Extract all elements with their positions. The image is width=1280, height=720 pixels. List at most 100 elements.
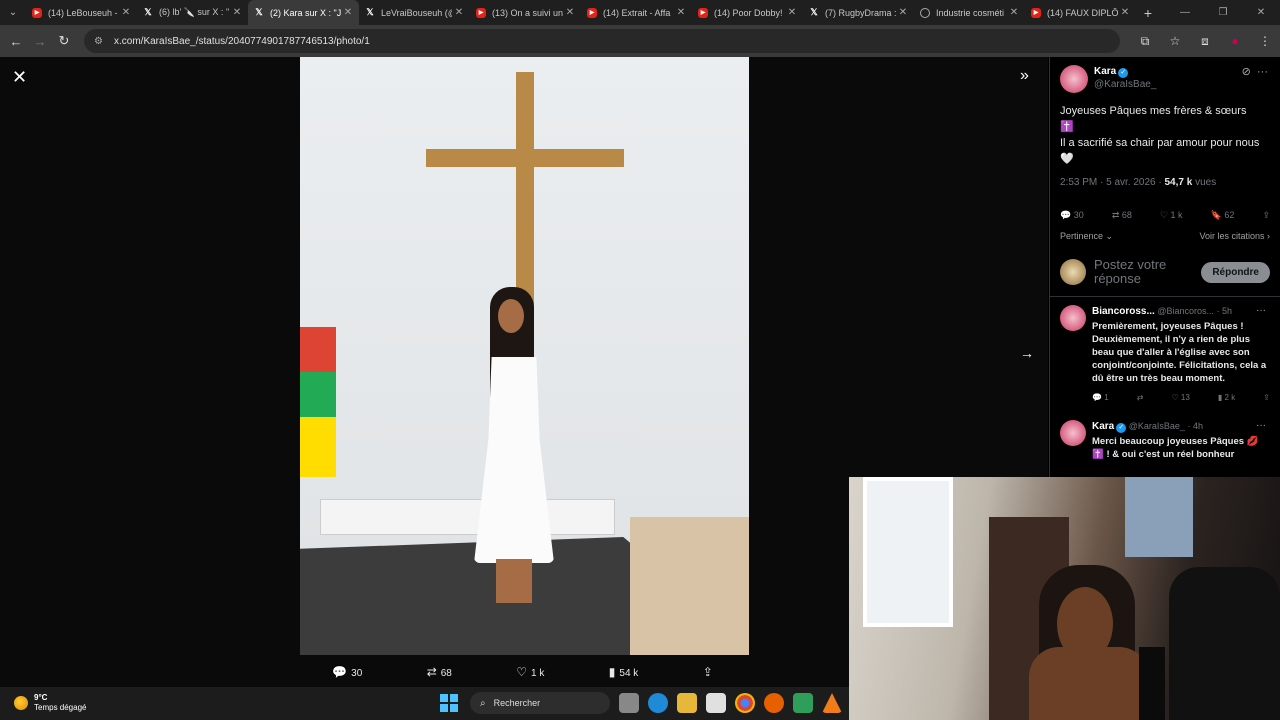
browser-tab[interactable]: Industrie cosméti ✕ — [914, 0, 1025, 25]
tab-close-icon[interactable]: ✕ — [563, 7, 577, 18]
weather-widget[interactable]: 9°C Temps dégagé — [14, 693, 86, 713]
avatar[interactable] — [1060, 305, 1086, 331]
search-label: Rechercher — [493, 698, 541, 708]
browser-tab[interactable]: ▶ (14) Poor Dobby! ✕ — [692, 0, 803, 25]
taskbar-apps: ⌕ Rechercher — [440, 692, 842, 714]
my-avatar — [1060, 259, 1086, 285]
close-icon[interactable]: ✕ — [12, 67, 27, 88]
reply-input[interactable]: Postez votre réponse — [1094, 258, 1201, 286]
reply-button[interactable]: 💬 1 — [1092, 391, 1109, 404]
more-options-icon[interactable]: ··· — [1256, 420, 1266, 431]
tab-close-icon[interactable]: ✕ — [785, 7, 799, 18]
firefox-icon[interactable] — [764, 693, 784, 713]
tab-close-icon[interactable]: ✕ — [452, 7, 466, 18]
share-icon[interactable]: ⇪ — [1262, 210, 1270, 221]
profile-avatar-icon[interactable]: ● — [1220, 34, 1250, 49]
views-action[interactable]: ▮ 54 k — [609, 665, 639, 679]
author-name[interactable]: Kara — [1094, 66, 1116, 77]
tab-close-icon[interactable]: ✕ — [1118, 7, 1132, 18]
maximize-icon[interactable]: ❐ — [1204, 7, 1242, 18]
tab-close-icon[interactable]: ✕ — [341, 7, 355, 18]
bookmark-star-icon[interactable]: ☆ — [1160, 34, 1190, 49]
file-explorer-icon[interactable] — [677, 693, 697, 713]
new-tab-button[interactable]: + — [1136, 5, 1160, 21]
views-button[interactable]: ▮ 2 k — [1218, 391, 1235, 404]
browser-tab[interactable]: ▶ (14) FAUX DIPLÔ ✕ — [1025, 0, 1136, 25]
like-button[interactable]: ♡ 1 k — [1160, 210, 1183, 221]
author-handle[interactable]: @KaraIsBae_ — [1094, 78, 1156, 91]
like-button[interactable]: ♡ 13 — [1172, 391, 1190, 404]
repost-action[interactable]: ⇄ 68 — [427, 665, 452, 679]
comment-author-name[interactable]: Kara — [1092, 421, 1114, 432]
forward-arrow-icon[interactable]: → — [28, 34, 52, 49]
window-controls: — ❐ ✕ — [1166, 0, 1280, 25]
task-view-icon[interactable] — [619, 693, 639, 713]
avatar[interactable] — [1060, 420, 1086, 446]
comment-time: · 5h — [1216, 306, 1233, 316]
reply-action[interactable]: 💬 30 — [332, 665, 362, 679]
windows-start-icon[interactable] — [440, 694, 458, 712]
like-action[interactable]: ♡ 1 k — [516, 665, 544, 679]
more-options-icon[interactable]: ··· — [1256, 305, 1266, 316]
site-info-icon[interactable]: ⚙ — [94, 36, 106, 47]
tab-close-icon[interactable]: ✕ — [1007, 7, 1021, 18]
post-text-line2: Il a sacrifié sa chair par amour pour no… — [1060, 137, 1260, 165]
browser-tab[interactable]: 𝕏 (2) Kara sur X : "J ✕ — [248, 0, 359, 25]
share-icon[interactable]: ⇪ — [1263, 391, 1270, 404]
browser-tab[interactable]: 𝕏 (7) RugbyDrama : ✕ — [803, 0, 914, 25]
bookmark-button[interactable]: 🔖 62 — [1211, 210, 1235, 221]
globe-icon — [920, 7, 930, 18]
comment-author-name[interactable]: Biancoross... — [1092, 306, 1155, 317]
reply-submit-button[interactable]: Répondre — [1201, 261, 1270, 283]
tab-title: (14) Poor Dobby! — [714, 7, 783, 18]
vlc-icon[interactable] — [822, 693, 842, 713]
chrome-icon[interactable] — [735, 693, 755, 713]
post-time[interactable]: 2:53 PM · 5 avr. 2026 · — [1060, 177, 1162, 188]
grok-icon[interactable]: ⊘ — [1242, 66, 1251, 78]
browser-tab[interactable]: ▶ (13) On a suivi un ✕ — [470, 0, 581, 25]
tab-close-icon[interactable]: ✕ — [119, 7, 133, 18]
like-count: 1 k — [1170, 210, 1183, 220]
youtube-icon: ▶ — [32, 7, 42, 18]
url-bar[interactable]: ⚙ x.com/KaraIsBae_/status/20407749017877… — [84, 29, 1120, 53]
tab-title: (6) lb' 🔪 sur X : " — [159, 7, 230, 17]
reload-icon[interactable]: ↻ — [52, 33, 76, 49]
view-quotes-link[interactable]: Voir les citations › — [1199, 231, 1270, 242]
tab-search-menu-icon[interactable]: ⌄ — [0, 0, 26, 25]
browser-menu-icon[interactable]: ⋮ — [1250, 34, 1280, 49]
browser-tab[interactable]: 𝕏 (6) lb' 🔪 sur X : " ✕ — [137, 0, 248, 25]
tab-title: (14) Extrait - Affa — [603, 7, 671, 18]
list-item[interactable]: Biancoross... @Biancoros... · 5h Premièr… — [1050, 297, 1280, 412]
browser-tab[interactable]: ▶ (14) Extrait - Affa ✕ — [581, 0, 692, 25]
search-icon: ⌕ — [480, 697, 486, 709]
next-photo-icon[interactable]: → — [1020, 345, 1034, 361]
reply-button[interactable]: 💬 30 — [1060, 210, 1084, 221]
store-icon[interactable] — [706, 693, 726, 713]
taskbar-search[interactable]: ⌕ Rechercher — [470, 692, 610, 714]
list-item[interactable]: Kara ✓ @KaraIsBae_ · 4h Merci beaucoup jo… — [1050, 412, 1280, 461]
avatar[interactable] — [1060, 65, 1088, 93]
app-green-icon[interactable] — [793, 693, 813, 713]
post-photo[interactable] — [300, 57, 749, 655]
back-arrow-icon[interactable]: ← — [4, 34, 28, 49]
extensions-icon[interactable]: ⧈ — [1190, 34, 1220, 49]
expand-sidebar-icon[interactable]: » — [1020, 67, 1029, 85]
like-count: 1 k — [531, 668, 545, 679]
tab-title: Industrie cosméti — [936, 7, 1005, 18]
tab-close-icon[interactable]: ✕ — [230, 7, 244, 18]
more-options-icon[interactable]: ··· — [1257, 66, 1268, 78]
tab-title: (13) On a suivi un — [492, 7, 563, 18]
browser-tab[interactable]: ▶ (14) LeBouseuh - ✕ — [26, 0, 137, 25]
repost-button[interactable]: ⇄ 68 — [1112, 210, 1132, 221]
sun-moon-icon — [14, 696, 28, 710]
tab-close-icon[interactable]: ✕ — [896, 7, 910, 18]
sort-dropdown[interactable]: Pertinence ⌄ — [1060, 231, 1113, 242]
browser-tab[interactable]: 𝕏 LeVraiBouseuh (@ ✕ — [359, 0, 470, 25]
cast-icon[interactable]: ⧉ — [1130, 34, 1160, 49]
edge-icon[interactable] — [648, 693, 668, 713]
tab-close-icon[interactable]: ✕ — [674, 7, 688, 18]
minimize-icon[interactable]: — — [1166, 7, 1204, 18]
repost-button[interactable]: ⇄ — [1137, 391, 1144, 404]
share-action[interactable]: ⇪ — [703, 665, 717, 679]
close-window-icon[interactable]: ✕ — [1242, 7, 1280, 18]
